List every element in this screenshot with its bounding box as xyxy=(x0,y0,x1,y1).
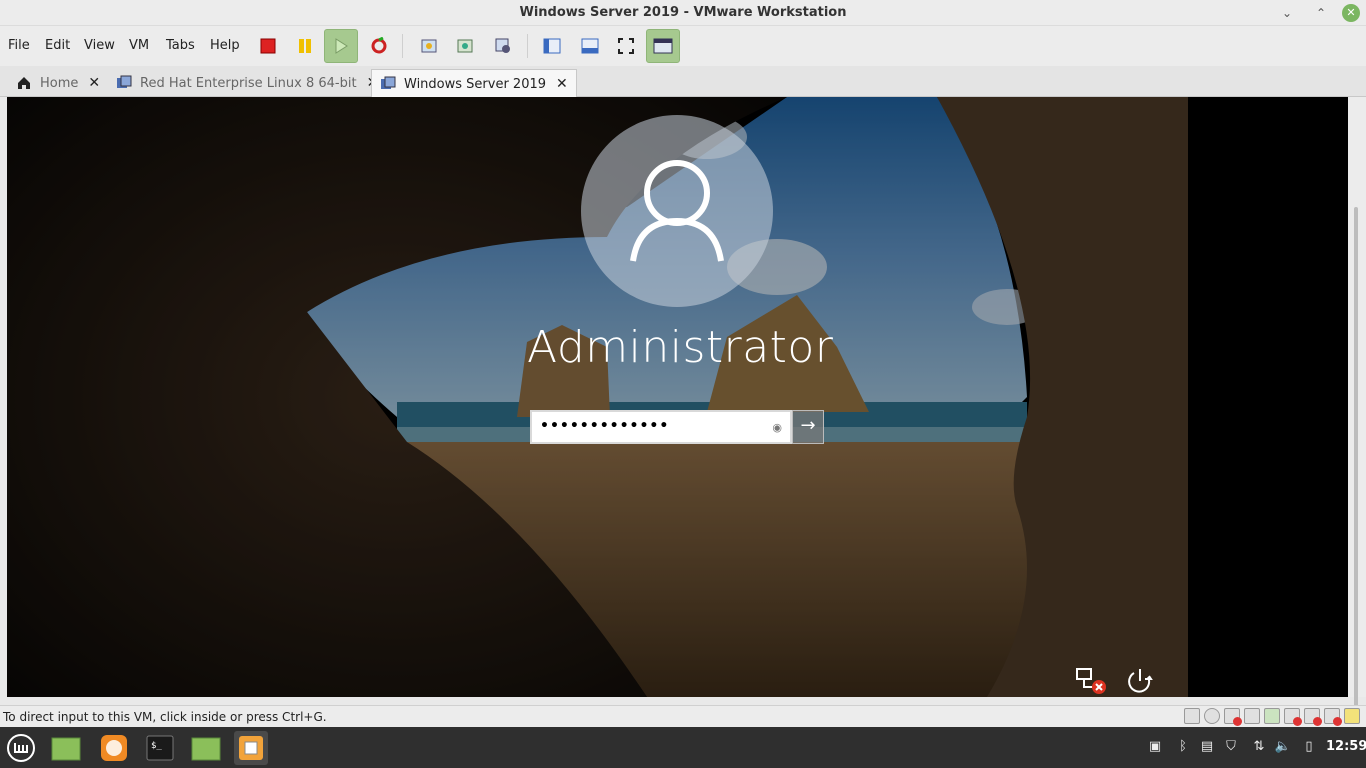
restart-button[interactable] xyxy=(362,29,396,63)
title-bar: Windows Server 2019 - VMware Workstation… xyxy=(0,0,1366,26)
home-icon xyxy=(18,77,30,89)
vm-icon xyxy=(381,76,396,89)
tab-bar: Home ✕ Red Hat Enterprise Linux 8 64-bit… xyxy=(0,66,1366,98)
user-avatar xyxy=(581,115,773,307)
network-status-button[interactable] xyxy=(1075,667,1109,695)
snapshot-icon xyxy=(421,39,437,53)
folder-icon xyxy=(191,737,221,761)
show-desktop-button[interactable] xyxy=(49,731,83,765)
window-title: Windows Server 2019 - VMware Workstation xyxy=(519,5,847,20)
power-off-icon xyxy=(260,38,276,54)
menu-vm[interactable]: VM xyxy=(129,38,149,53)
toolbar-separator xyxy=(402,34,403,58)
tab-rhel8[interactable]: Red Hat Enterprise Linux 8 64-bit ✕ xyxy=(108,69,386,97)
user-icon xyxy=(630,160,724,262)
suspend-icon xyxy=(299,39,311,53)
vmware-icon xyxy=(239,736,263,760)
cd-dvd-icon[interactable] xyxy=(1204,708,1220,724)
arrow-right-icon: → xyxy=(800,415,816,436)
hard-disk-icon[interactable] xyxy=(1184,708,1200,724)
fullscreen-icon xyxy=(618,38,634,54)
menu-help[interactable]: Help xyxy=(210,38,240,53)
revert-snapshot-icon xyxy=(457,39,473,53)
svg-text:$_: $_ xyxy=(151,741,162,751)
firefox-button[interactable] xyxy=(97,731,131,765)
thumbnail-bar-button[interactable] xyxy=(573,29,607,63)
close-window-button[interactable]: ✕ xyxy=(1342,4,1360,22)
linux-mint-icon xyxy=(7,734,35,762)
password-value: ••••••••••••• xyxy=(540,418,670,434)
login-username: Administrator xyxy=(527,322,834,373)
status-message: To direct input to this VM, click inside… xyxy=(3,710,327,724)
restart-icon xyxy=(371,37,387,54)
submit-button[interactable]: → xyxy=(792,410,824,444)
reveal-password-icon[interactable]: ◉ xyxy=(772,421,782,434)
minimize-button[interactable]: ⌄ xyxy=(1278,4,1296,22)
vertical-scrollbar[interactable] xyxy=(1348,97,1366,767)
device-icons xyxy=(1184,708,1360,726)
fullscreen-button[interactable] xyxy=(609,29,643,63)
files-button[interactable] xyxy=(189,731,223,765)
power-off-button[interactable] xyxy=(251,29,285,63)
mint-menu-button[interactable] xyxy=(4,731,38,765)
password-field[interactable]: ••••••••••••• ◉ xyxy=(530,410,792,444)
revert-snapshot-button[interactable] xyxy=(448,29,482,63)
menu-view[interactable]: View xyxy=(84,38,115,53)
snapshot-manager-icon xyxy=(495,38,510,53)
printer-icon[interactable] xyxy=(1244,708,1260,724)
network-icon[interactable]: ⇅ xyxy=(1250,739,1268,757)
power-options-button[interactable] xyxy=(1123,667,1157,695)
volume-icon[interactable]: 🔈 xyxy=(1274,739,1292,757)
sound-card-icon[interactable] xyxy=(1304,708,1322,726)
floppy-icon[interactable] xyxy=(1224,708,1242,726)
shield-icon[interactable]: ⛉ xyxy=(1222,739,1240,757)
terminal-icon: $_ xyxy=(146,735,174,761)
vm-display[interactable]: Administrator ••••••••••••• ◉ → xyxy=(7,97,1348,697)
play-button[interactable] xyxy=(324,29,358,63)
sidebar-icon xyxy=(543,38,561,54)
menu-file[interactable]: File xyxy=(8,38,30,53)
status-bar: To direct input to this VM, click inside… xyxy=(0,705,1366,727)
menu-toolbar: File Edit View VM Tabs Help xyxy=(0,26,1366,66)
snapshot-button[interactable] xyxy=(412,29,446,63)
tab-windows-server-2019[interactable]: Windows Server 2019 ✕ xyxy=(371,69,577,98)
menu-edit[interactable]: Edit xyxy=(45,38,70,53)
menu-tabs[interactable]: Tabs xyxy=(166,38,195,53)
thumbnail-bar-icon xyxy=(581,38,599,54)
sidebar-button[interactable] xyxy=(535,29,569,63)
tab-label: Red Hat Enterprise Linux 8 64-bit xyxy=(140,75,357,91)
battery-icon[interactable]: ▯ xyxy=(1300,739,1318,757)
taskbar: $_ ▣ ᛒ ▤ ⛉ ⇅ 🔈 ▯ 12:59 xyxy=(0,727,1366,768)
close-tab-icon[interactable]: ✕ xyxy=(556,76,568,92)
vmware-tray-icon[interactable]: ▣ xyxy=(1146,739,1164,757)
toolbar-separator xyxy=(527,34,528,58)
message-log-icon[interactable] xyxy=(1344,708,1360,724)
firefox-icon xyxy=(101,735,127,761)
vm-icon xyxy=(117,75,132,88)
clipboard-icon[interactable]: ▤ xyxy=(1198,739,1216,757)
display-icon[interactable] xyxy=(1324,708,1342,726)
bluetooth-icon[interactable]: ᛒ xyxy=(1174,739,1192,757)
unity-button[interactable] xyxy=(646,29,680,63)
folder-icon xyxy=(51,737,81,761)
usb-icon[interactable] xyxy=(1284,708,1302,726)
power-icon xyxy=(1128,669,1153,693)
close-tab-icon[interactable]: ✕ xyxy=(88,75,100,91)
vmware-taskbar-button[interactable] xyxy=(234,731,268,765)
suspend-button[interactable] xyxy=(288,29,322,63)
tab-home[interactable]: Home ✕ xyxy=(8,69,108,97)
play-icon xyxy=(335,38,348,54)
unity-icon xyxy=(653,38,673,54)
tab-label: Home xyxy=(40,75,79,91)
terminal-button[interactable]: $_ xyxy=(143,731,177,765)
network-disconnected-icon xyxy=(1076,668,1106,694)
snapshot-manager-button[interactable] xyxy=(486,29,520,63)
network-adapter-icon[interactable] xyxy=(1264,708,1280,724)
scrollbar-thumb[interactable] xyxy=(1354,207,1358,767)
clock[interactable]: 12:59 xyxy=(1326,739,1366,754)
maximize-button[interactable]: ⌃ xyxy=(1312,4,1330,22)
tab-label: Windows Server 2019 xyxy=(404,76,547,92)
